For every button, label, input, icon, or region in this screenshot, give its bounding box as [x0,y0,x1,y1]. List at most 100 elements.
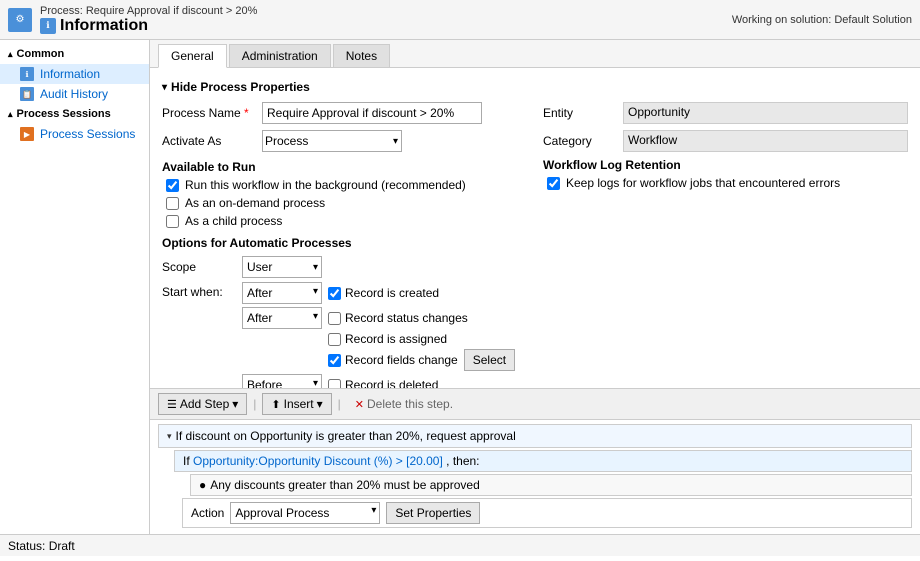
process-name-label: Process Name [162,106,262,120]
tab-notes[interactable]: Notes [333,44,390,67]
sw-select-2[interactable]: After [242,307,322,329]
action-select[interactable]: Approval Process [230,502,380,524]
options-title: Options for Automatic Processes [162,236,527,250]
checkbox-child-label: As a child process [185,214,282,228]
info-icon: ℹ [40,18,56,34]
entity-row: Entity Opportunity [543,102,908,124]
section-toggle-icon[interactable]: ▾ [162,82,167,93]
header-title-area: Process: Require Approval if discount > … [40,5,257,35]
checkbox-child-row: As a child process [162,214,527,228]
set-properties-button[interactable]: Set Properties [386,502,480,524]
insert-button[interactable]: ⬆ Insert ▾ [262,393,331,415]
tab-general[interactable]: General [158,44,227,68]
tabs: General Administration Notes [150,40,920,68]
sw-checkbox-1[interactable] [328,287,341,300]
sw-label-2: Record status changes [345,311,468,325]
sw-label-4: Record fields change [345,353,458,367]
step-1-sub-label: Any discounts greater than 20% must be a… [210,478,480,492]
step-1-bullet: ● [199,478,206,492]
sw-select-5[interactable]: Before [242,374,322,388]
sidebar: Common ℹ Information 📋 Audit History Pro… [0,40,150,534]
options-section: Options for Automatic Processes Scope Us… [162,236,527,388]
workflow-toolbar: ☰ Add Step ▾ | ⬆ Insert ▾ | ✕ Delete thi… [150,388,920,419]
start-when-grid: After Record is created [242,282,515,388]
step-1-toggle[interactable]: ▾ [167,431,172,442]
step-1-condition-prefix: If [183,454,193,468]
process-name-input[interactable] [262,102,482,124]
section-header-hide-process: ▾ Hide Process Properties [162,80,908,94]
delete-step-button[interactable]: ✕ Delete this step. [347,393,461,415]
activate-as-select[interactable]: Process [262,130,402,152]
checkbox-on-demand[interactable] [166,197,179,210]
category-row: Category Workflow [543,130,908,152]
col-left: Process Name Activate As Process Ava [162,102,527,388]
form-content: ▾ Hide Process Properties Process Name A… [150,68,920,388]
sw-checkbox-label-4: Record fields change [328,353,458,367]
col-right: Entity Opportunity Category Workflow Wor… [543,102,908,388]
start-when-label: Start when: [162,282,242,299]
select-button[interactable]: Select [464,349,515,371]
activate-as-row: Activate As Process [162,130,527,152]
sw-label-3: Record is assigned [345,332,447,346]
scope-select-wrapper: User [242,256,322,278]
wlr-checkbox-label: Keep logs for workflow jobs that encount… [566,176,840,190]
checkbox-child[interactable] [166,215,179,228]
sw-checkbox-label-5: Record is deleted [328,378,438,388]
delete-label: Delete this step. [367,397,453,411]
checkbox-background[interactable] [166,179,179,192]
sidebar-item-process-sessions[interactable]: ▶ Process Sessions [0,124,149,144]
sidebar-item-process-sessions-label: Process Sessions [40,127,135,141]
sidebar-item-information-label: Information [40,67,100,81]
sw-checkbox-3[interactable] [328,333,341,346]
insert-dropdown-icon: ▾ [317,397,323,411]
header-left: ⚙ Process: Require Approval if discount … [8,5,257,35]
add-step-button[interactable]: ☰ Add Step ▾ [158,393,247,415]
wlr-checkbox[interactable] [547,177,560,190]
sw-checkbox-5[interactable] [328,379,341,389]
scope-label: Scope [162,260,242,274]
sw-select-wrap-2: After [242,307,322,329]
start-when-row-1: After Record is created [242,282,515,304]
category-value: Workflow [623,130,908,152]
top-header: ⚙ Process: Require Approval if discount … [0,0,920,40]
add-step-label: Add Step [180,397,229,411]
process-sessions-section-header: Process Sessions [0,104,149,124]
status-bar: Status: Draft [0,534,920,556]
available-to-run-title: Available to Run [162,160,527,174]
checkbox-on-demand-label: As an on-demand process [185,196,325,210]
separator-1: | [253,397,256,411]
main-container: Common ℹ Information 📋 Audit History Pro… [0,40,920,534]
start-when-row-5: Before Record is deleted [242,374,515,388]
two-col-layout: Process Name Activate As Process Ava [162,102,908,388]
step-1-condition-link[interactable]: Opportunity:Opportunity Discount (%) > [… [193,454,443,468]
scope-row: Scope User [162,256,527,278]
wlr-checkbox-row: Keep logs for workflow jobs that encount… [543,176,908,190]
start-when-row-4: Record fields change Select [242,349,515,371]
start-when-row: Start when: After [162,282,527,388]
sw-checkbox-2[interactable] [328,312,341,325]
section-header-label: Hide Process Properties [171,80,310,94]
workflow-steps: ▾ If discount on Opportunity is greater … [150,419,920,534]
scope-select[interactable]: User [242,256,322,278]
step-1-row: ▾ If discount on Opportunity is greater … [158,424,912,448]
sw-select-1[interactable]: After [242,282,322,304]
checkbox-on-demand-row: As an on-demand process [162,196,527,210]
category-label: Category [543,134,623,148]
checkbox-background-label: Run this workflow in the background (rec… [185,178,466,192]
insert-label: Insert [284,397,314,411]
sidebar-item-information[interactable]: ℹ Information [0,64,149,84]
separator-2: | [338,397,341,411]
process-sessions-icon: ▶ [20,127,34,141]
wlr-title: Workflow Log Retention [543,158,908,172]
insert-icon: ⬆ [271,398,280,411]
sw-select-wrap-5: Before [242,374,322,388]
step-action-row: Action Approval Process Set Properties [182,498,912,528]
sw-label-5: Record is deleted [345,378,438,388]
sw-checkbox-label-1: Record is created [328,286,439,300]
header-process-name: Process: Require Approval if discount > … [40,5,257,17]
tab-administration[interactable]: Administration [229,44,331,67]
process-icon: ⚙ [8,8,32,32]
sw-checkbox-4[interactable] [328,354,341,367]
sw-checkbox-label-2: Record status changes [328,311,468,325]
sidebar-item-audit-history[interactable]: 📋 Audit History [0,84,149,104]
